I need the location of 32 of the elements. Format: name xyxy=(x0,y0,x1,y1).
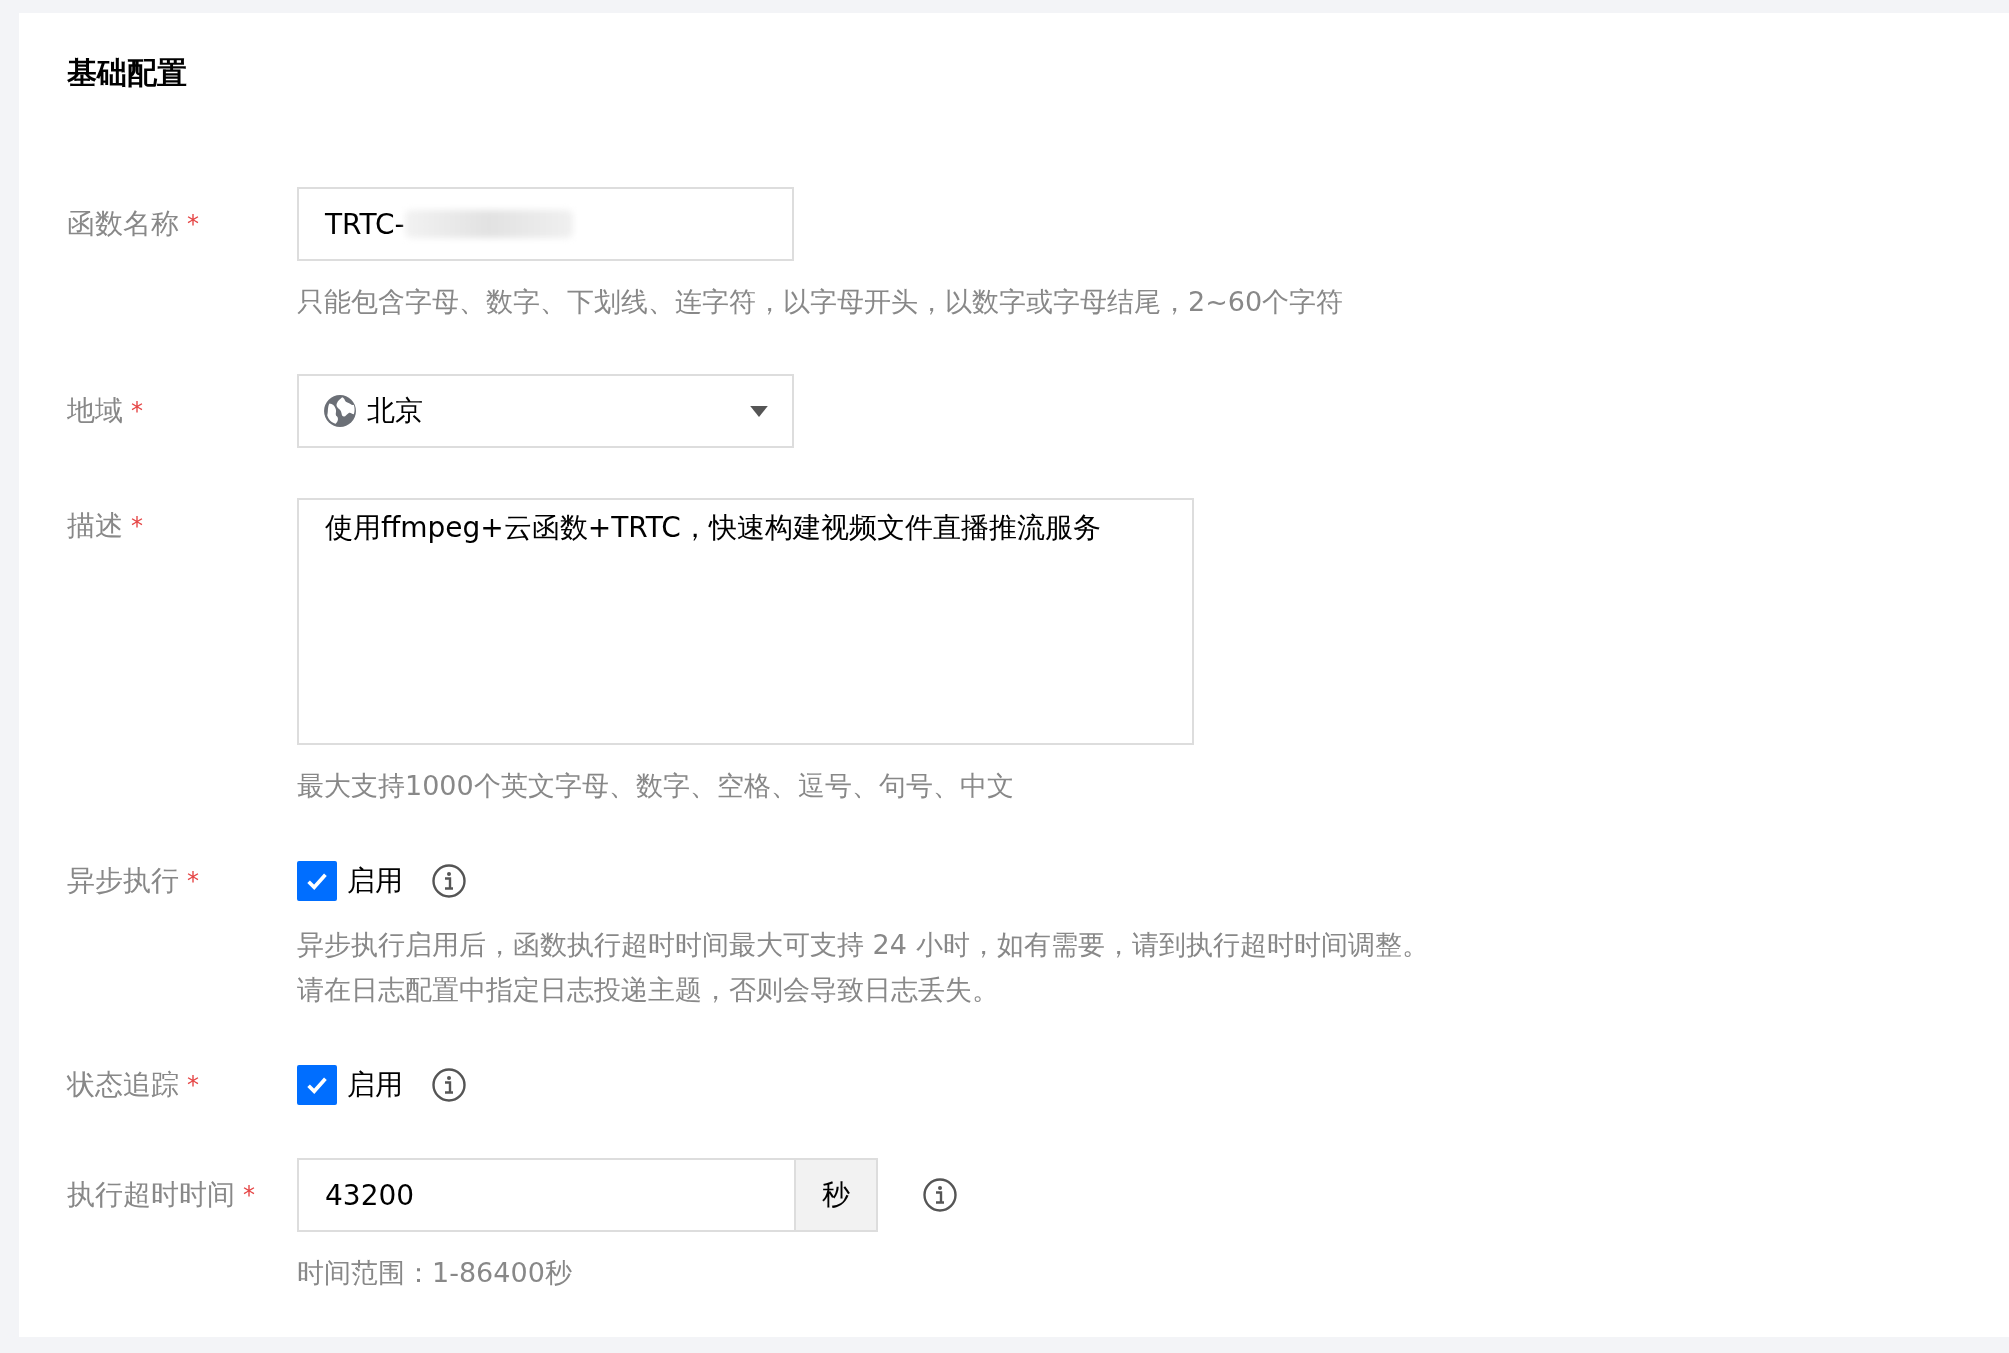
field-label: 执行超时时间 xyxy=(67,1177,235,1213)
required-mark: * xyxy=(187,867,199,895)
section-title: 基础配置 xyxy=(67,54,188,92)
hint-text: 只能包含字母、数字、下划线、连字符，以字母开头，以数字或字母结尾，2~60个字符 xyxy=(297,285,1344,319)
name-field[interactable]: TRTC- xyxy=(297,187,794,261)
hint-text: 时间范围：1-86400秒 xyxy=(297,1256,573,1290)
checkbox-label: 启用 xyxy=(347,1067,403,1103)
field-label: 状态追踪 xyxy=(67,1067,179,1103)
checkbox[interactable] xyxy=(297,1065,337,1105)
required-mark: * xyxy=(187,1071,199,1099)
required-mark: * xyxy=(187,210,199,238)
required-mark: * xyxy=(131,512,143,540)
timeout-field[interactable]: 43200 xyxy=(297,1158,794,1232)
field-label: 函数名称 xyxy=(67,206,179,242)
field-label: 地域 xyxy=(67,393,123,429)
globe-icon xyxy=(323,394,357,428)
info-icon[interactable] xyxy=(922,1177,958,1213)
hint-text: 异步执行启用后，函数执行超时时间最大可支持 24 小时，如有需要，请到执行超时时间调整。 xyxy=(297,928,1429,962)
unit-addon: 秒 xyxy=(794,1158,878,1232)
hint-text: 最大支持1000个英文字母、数字、空格、逗号、句号、中文 xyxy=(297,769,1015,803)
field-label: 异步执行 xyxy=(67,863,179,899)
region-select[interactable]: 北京 xyxy=(297,374,794,448)
info-icon[interactable] xyxy=(431,1067,467,1103)
checkbox-label: 启用 xyxy=(347,863,403,899)
required-mark: * xyxy=(243,1181,255,1209)
required-mark: * xyxy=(131,397,143,425)
field-label: 描述 xyxy=(67,508,123,544)
hint-text: 请在日志配置中指定日志投递主题，否则会导致日志丢失。 xyxy=(297,973,1000,1007)
description-field[interactable]: 使用ffmpeg+云函数+TRTC，快速构建视频文件直播推流服务 xyxy=(297,498,1194,745)
checkbox[interactable] xyxy=(297,861,337,901)
info-icon[interactable] xyxy=(431,863,467,899)
caret-icon xyxy=(750,405,768,417)
